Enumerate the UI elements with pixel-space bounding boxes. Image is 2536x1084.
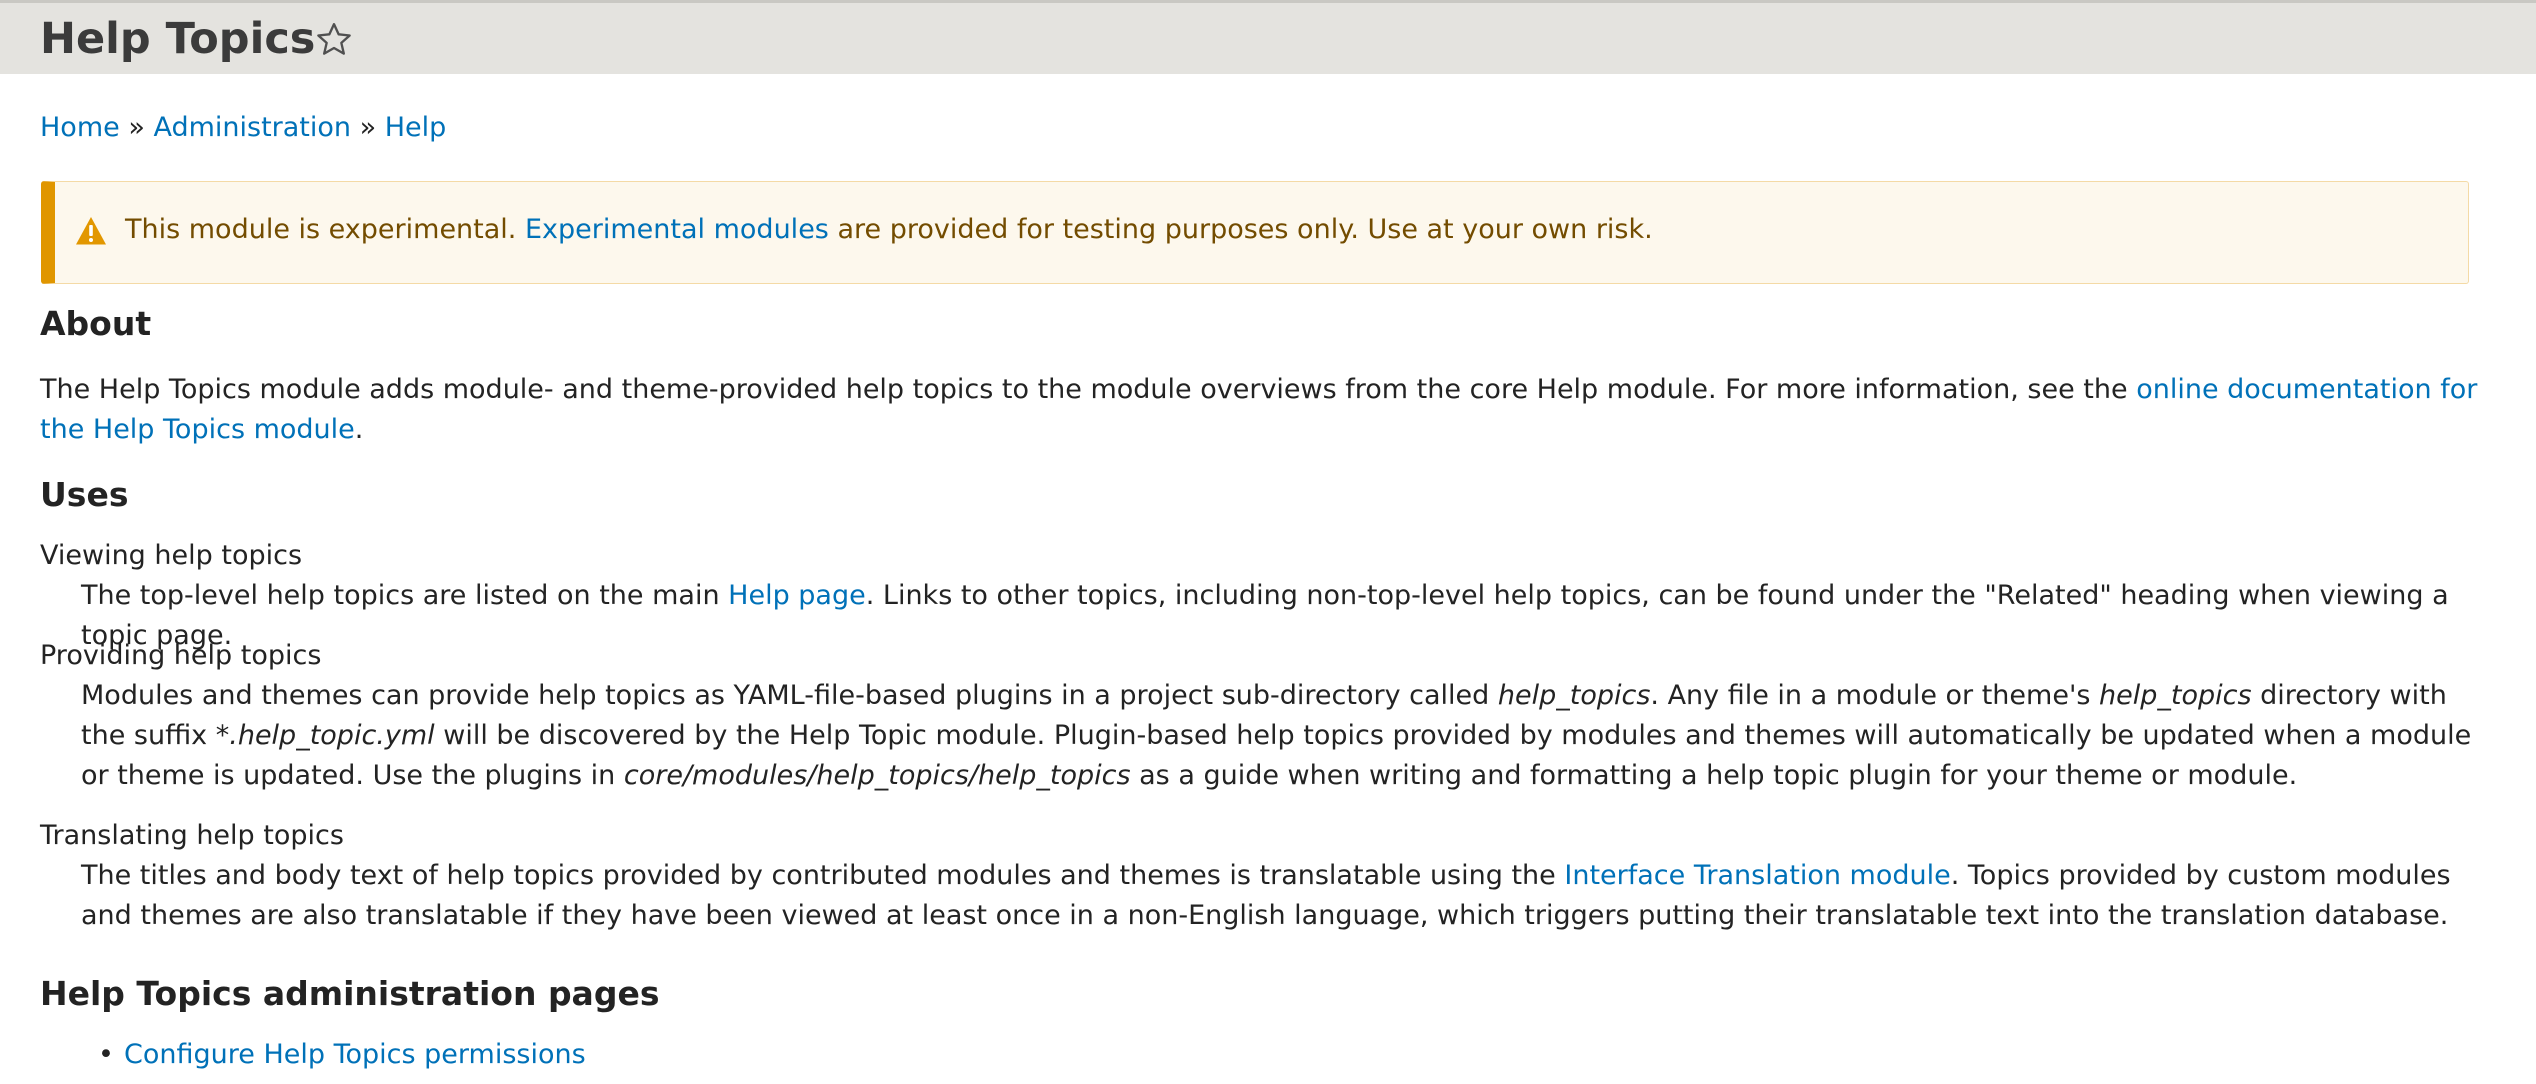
experimental-modules-link[interactable]: Experimental modules bbox=[525, 214, 829, 245]
page-header: Help Topics bbox=[0, 0, 2536, 74]
star-icon[interactable] bbox=[314, 20, 354, 60]
providing-help-topics-description: Modules and themes can provide help topi… bbox=[81, 676, 2481, 796]
warning-text-after: are provided for testing purposes only. … bbox=[837, 214, 1653, 245]
translating-text-before: The titles and body text of help topics … bbox=[81, 860, 1556, 891]
core-plugins-path: core/modules/help_topics/help_topics bbox=[623, 760, 1131, 791]
interface-translation-link[interactable]: Interface Translation module bbox=[1564, 860, 1950, 891]
warning-message: This module is experimental. Experimenta… bbox=[125, 212, 1653, 248]
warning-text-before: This module is experimental. bbox=[125, 214, 517, 245]
help-topics-dir-name: help_topics bbox=[2099, 680, 2252, 711]
viewing-help-topics-description: The top-level help topics are listed on … bbox=[81, 576, 2481, 656]
about-period: . bbox=[354, 414, 364, 445]
providing-text-1: Modules and themes can provide help topi… bbox=[81, 680, 1490, 711]
admin-pages-heading: Help Topics administration pages bbox=[40, 974, 660, 1013]
breadcrumb-help[interactable]: Help bbox=[385, 112, 447, 143]
about-text: The Help Topics module adds module- and … bbox=[40, 370, 2480, 450]
page-title: Help Topics bbox=[40, 14, 316, 64]
breadcrumb-separator: » bbox=[128, 112, 145, 143]
experimental-warning: This module is experimental. Experimenta… bbox=[41, 181, 2469, 284]
help-page-link[interactable]: Help page bbox=[728, 580, 866, 611]
breadcrumb: Home » Administration » Help bbox=[40, 110, 446, 146]
uses-heading: Uses bbox=[40, 475, 129, 514]
providing-text-5: as a guide when writing and formatting a… bbox=[1139, 760, 2298, 791]
configure-permissions-link[interactable]: Configure Help Topics permissions bbox=[124, 1039, 586, 1070]
breadcrumb-administration[interactable]: Administration bbox=[153, 112, 351, 143]
translating-help-topics-description: The titles and body text of help topics … bbox=[81, 856, 2481, 936]
viewing-text-before: The top-level help topics are listed on … bbox=[81, 580, 720, 611]
viewing-help-topics-term: Viewing help topics bbox=[40, 540, 303, 571]
help-topics-dir-name: help_topics bbox=[1497, 680, 1651, 711]
providing-text-2: . Any file in a module or theme's bbox=[1650, 680, 2091, 711]
warning-icon bbox=[76, 217, 106, 245]
about-description: The Help Topics module adds module- and … bbox=[40, 374, 2128, 405]
breadcrumb-home[interactable]: Home bbox=[40, 112, 120, 143]
about-heading: About bbox=[40, 304, 152, 343]
providing-help-topics-term: Providing help topics bbox=[40, 640, 322, 671]
admin-pages-list: • Configure Help Topics permissions bbox=[98, 1037, 586, 1073]
translating-help-topics-term: Translating help topics bbox=[40, 820, 344, 851]
breadcrumb-separator: » bbox=[359, 112, 377, 143]
list-bullet: • bbox=[98, 1039, 114, 1070]
help-topic-suffix: *.help_topic.yml bbox=[215, 720, 435, 751]
